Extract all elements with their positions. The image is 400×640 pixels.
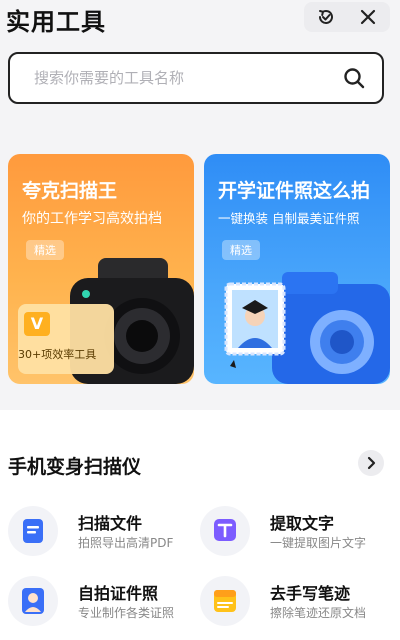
tool-subtitle: 拍照导出高清PDF (78, 536, 174, 550)
refresh-icon[interactable] (316, 7, 336, 27)
tool-title: 提取文字 (270, 514, 335, 533)
text-extract-icon (200, 506, 250, 556)
search-bar[interactable]: 搜索你需要的工具名称 (8, 52, 384, 104)
window-controls (304, 2, 390, 32)
banner-quark-scanner[interactable]: 夸克扫描王 你的工作学习高效拍档 精选 V 30+项效率工具 (8, 154, 194, 384)
close-icon[interactable] (358, 7, 378, 27)
banner-id-photo[interactable]: 开学证件照这么拍 一键换装 自制最美证件照 精选 (204, 154, 390, 384)
banner-title: 夸克扫描王 (22, 180, 118, 202)
tool-scan-document[interactable]: 扫描文件 拍照导出高清PDF (8, 506, 198, 566)
tool-title: 自拍证件照 (78, 584, 159, 603)
document-icon (8, 506, 58, 556)
tool-title: 扫描文件 (78, 514, 143, 533)
section-more-button[interactable] (358, 450, 384, 476)
tool-extract-text[interactable]: 提取文字 一键提取图片文字 (200, 506, 390, 566)
badge-v-mark: V (24, 312, 50, 336)
search-icon[interactable] (342, 66, 366, 90)
tool-subtitle: 一键提取图片文字 (270, 536, 367, 550)
tool-remove-handwriting[interactable]: 去手写笔迹 擦除笔迹还原文档 (200, 576, 390, 636)
chevron-right-icon (367, 456, 376, 470)
tool-title: 去手写笔迹 (270, 584, 351, 603)
featured-tag: 精选 (26, 240, 64, 260)
id-camera-illustration (224, 272, 390, 384)
id-photo-icon (8, 576, 58, 626)
search-placeholder: 搜索你需要的工具名称 (34, 69, 185, 87)
banner-subtitle: 一键换装 自制最美证件照 (218, 211, 360, 226)
tool-subtitle: 专业制作各类证照 (78, 606, 175, 620)
banner-area: 夸克扫描王 你的工作学习高效拍档 精选 V 30+项效率工具 开学证件照这么拍 … (0, 130, 400, 410)
badge-text: 30+项效率工具 (18, 348, 97, 361)
tool-id-photo[interactable]: 自拍证件照 专业制作各类证照 (8, 576, 198, 636)
banner-subtitle: 你的工作学习高效拍档 (22, 211, 162, 227)
top-area: 实用工具 搜索你需要的工具名称 (0, 0, 400, 130)
featured-tag: 精选 (222, 240, 260, 260)
eraser-icon (200, 576, 250, 626)
banner-title: 开学证件照这么拍 (218, 180, 371, 202)
tool-subtitle: 擦除笔迹还原文档 (270, 606, 367, 620)
section-title: 手机变身扫描仪 (8, 456, 142, 478)
page-title: 实用工具 (6, 8, 106, 36)
